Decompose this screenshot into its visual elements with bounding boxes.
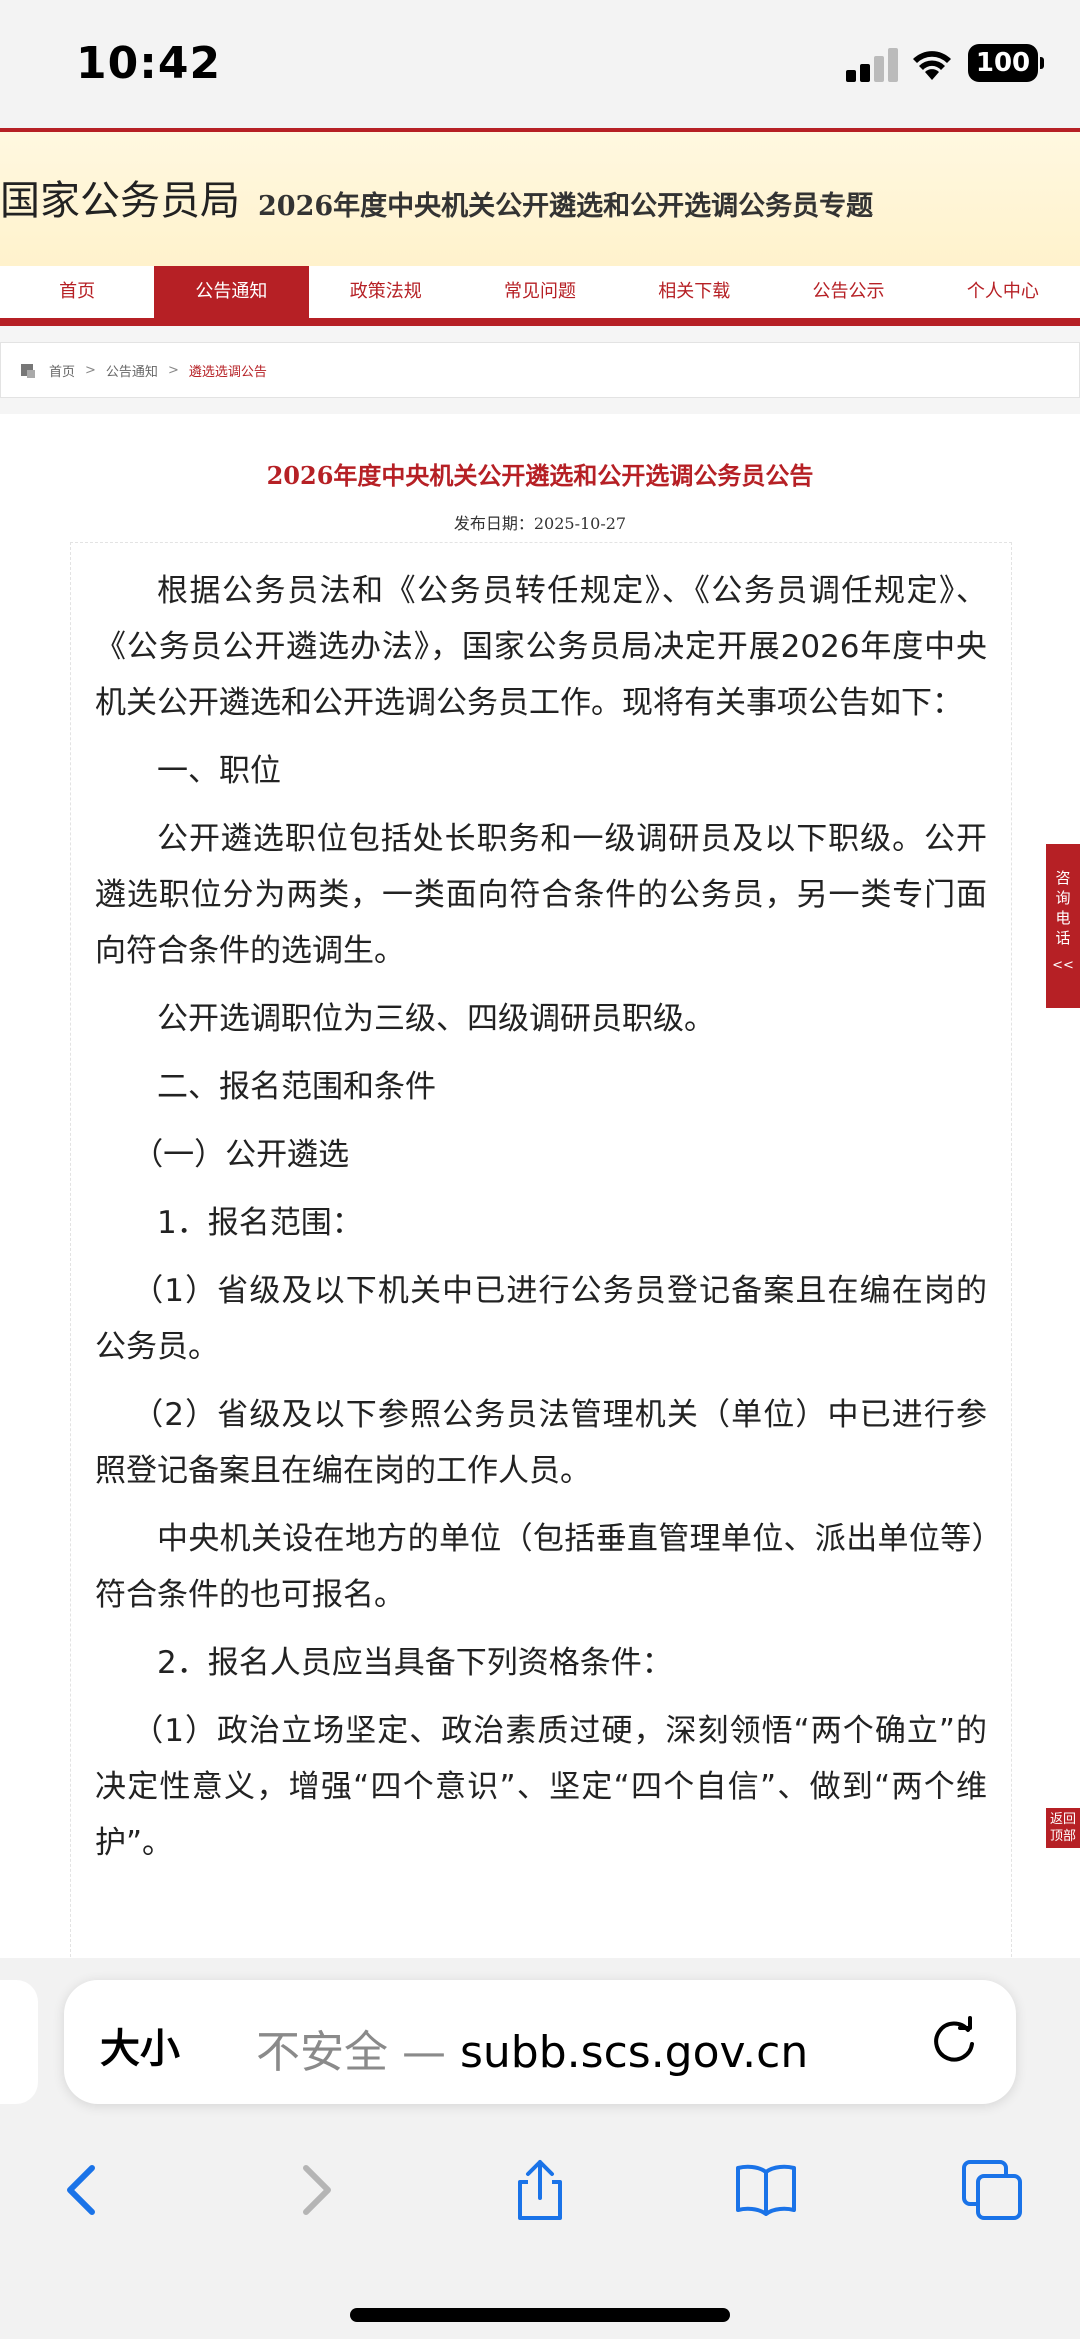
article-title: 2026年度中央机关公开遴选和公开选调公务员公告 (266, 461, 814, 490)
article-heading: 二、报名范围和条件 (157, 1069, 436, 1105)
article-subheading: 2．报名人员应当具备下列资格条件： (157, 1645, 673, 1681)
url-display[interactable]: 不安全 — subb.scs.gov.cn (256, 2016, 808, 2080)
article-paragraph: 根据公务员法和《公务员转任规定》、《公务员调任规定》、《公务员公开遴选办法》，国… (95, 573, 987, 721)
site-title: 2026年度中央机关公开遴选和公开选调公务员专题 (258, 191, 874, 222)
location-icon (21, 364, 35, 378)
article-subheading: 1．报名范围： (157, 1205, 363, 1241)
main-nav: 首页 公告通知 政策法规 常见问题 相关下载 公告公示 个人中心 (0, 266, 1080, 326)
article-subheading: （一）公开遴选 (132, 1137, 350, 1173)
browser-bottom-bar: 大小 不安全 — subb.scs.gov.cn (0, 1958, 1080, 2339)
nav-item-home[interactable]: 首页 (0, 266, 154, 318)
nav-item-policies[interactable]: 政策法规 (309, 266, 463, 318)
previous-tab-peek[interactable] (0, 1980, 38, 2104)
article-heading: 一、职位 (157, 753, 281, 789)
article-date: 发布日期：2025-10-27 (453, 514, 627, 533)
status-time: 10:42 (76, 38, 222, 89)
battery-icon: 100 (968, 44, 1044, 82)
breadcrumb-section[interactable]: 公告通知 (106, 361, 158, 380)
address-bar[interactable]: 大小 不安全 — subb.scs.gov.cn (64, 1980, 1016, 2104)
nav-item-personal-center[interactable]: 个人中心 (926, 266, 1080, 318)
breadcrumb-home[interactable]: 首页 (49, 361, 75, 380)
cellular-signal-icon (846, 48, 898, 82)
article-paragraph: （2）省级及以下参照公务员法管理机关（单位）中已进行参照登记备案且在编在岗的工作… (95, 1397, 987, 1489)
expand-arrows-icon: << (1052, 958, 1074, 973)
insecure-label: 不安全 — (256, 2027, 446, 2078)
nav-item-publicity[interactable]: 公告公示 (771, 266, 925, 318)
site-header: 国家公务员局 2026年度中央机关公开遴选和公开选调公务员专题 (0, 128, 1080, 268)
consult-phone-label: 咨询电话 (1055, 869, 1071, 947)
site-logo[interactable]: 国家公务员局 (0, 168, 240, 226)
article-paragraph: 中央机关设在地方的单位（包括垂直管理单位、派出单位等）符合条件的也可报名。 (95, 1521, 987, 1613)
article-paragraph: 公开选调职位为三级、四级调研员职级。 (157, 1001, 715, 1037)
article-paragraph: 公开遴选职位包括处长职务和一级调研员及以下职级。公开遴选职位分为两类，一类面向符… (95, 821, 987, 969)
breadcrumb-separator: > (85, 362, 96, 378)
text-size-button[interactable]: 大小 (100, 2016, 180, 2074)
tabs-icon[interactable] (960, 2158, 1024, 2222)
share-icon[interactable] (508, 2158, 572, 2222)
article-body: 根据公务员法和《公务员转任规定》、《公务员调任规定》、《公务员公开遴选办法》，国… (70, 542, 1012, 1962)
wifi-icon (913, 51, 951, 80)
breadcrumb-current[interactable]: 遴选选调公告 (189, 361, 267, 380)
back-icon[interactable] (52, 2158, 116, 2222)
breadcrumb-separator: > (167, 362, 179, 378)
bookmarks-icon[interactable] (734, 2158, 798, 2222)
forward-icon[interactable] (282, 2158, 346, 2222)
article-paragraph: （1）省级及以下机关中已进行公务员登记备案且在编在岗的公务员。 (95, 1273, 987, 1365)
nav-item-downloads[interactable]: 相关下载 (617, 266, 771, 318)
breadcrumb: 首页 > 公告通知 > 遴选选调公告 (0, 342, 1080, 398)
back-to-top-label: 返回顶部 (1050, 1812, 1077, 1844)
consult-phone-tab[interactable]: 咨询电话 << (1046, 844, 1080, 1008)
back-to-top-button[interactable]: 返回顶部 (1046, 1808, 1080, 1848)
browser-toolbar (0, 2140, 1080, 2240)
url-text: subb.scs.gov.cn (460, 2027, 809, 2078)
status-bar: 10:42 100 (0, 0, 1080, 128)
home-indicator (350, 2308, 730, 2322)
reload-icon[interactable] (924, 2012, 984, 2072)
article: 2026年度中央机关公开遴选和公开选调公务员公告 发布日期：2025-10-27… (0, 414, 1080, 1962)
nav-item-faq[interactable]: 常见问题 (463, 266, 617, 318)
article-paragraph: （1）政治立场坚定、政治素质过硬，深刻领悟“两个确立”的决定性意义，增强“四个意… (95, 1713, 987, 1861)
nav-item-notices[interactable]: 公告通知 (154, 266, 309, 318)
